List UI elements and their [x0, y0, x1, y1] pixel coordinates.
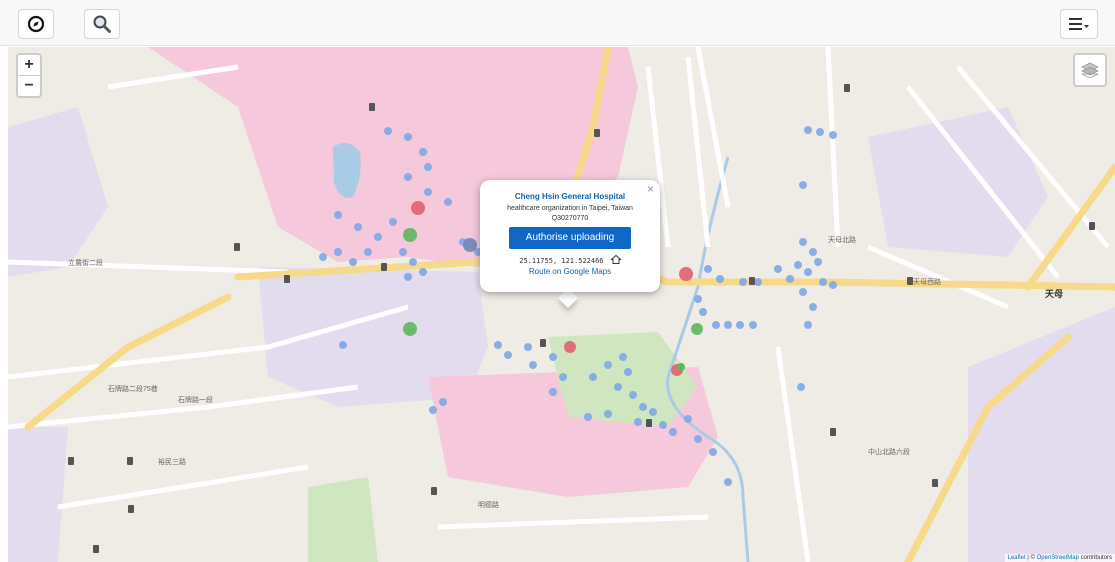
- place-popup: × Cheng Hsin General Hospital healthcare…: [480, 180, 660, 292]
- map-attribution: Leaflet | © OpenStreetMap contributors: [1004, 554, 1115, 562]
- zoom-out-button[interactable]: −: [18, 76, 40, 96]
- layers-button[interactable]: [1073, 53, 1107, 87]
- zone-southwest: [8, 427, 68, 562]
- zoom-in-button[interactable]: +: [18, 55, 40, 76]
- park-south: [308, 477, 378, 562]
- zoom-control: + −: [16, 53, 42, 98]
- menu-dropdown-button[interactable]: [1060, 9, 1098, 39]
- route-google-maps-link[interactable]: Route on Google Maps: [480, 267, 660, 276]
- attribution-separator: | ©: [1025, 555, 1037, 561]
- coordinates-text: 25.11755, 121.522466: [519, 257, 604, 265]
- street-label: 立農街二段: [68, 260, 103, 267]
- layers-icon: [1081, 62, 1099, 78]
- popup-coordinates: 25.11755, 121.522466: [480, 254, 660, 265]
- selected-hospital-marker[interactable]: [564, 341, 576, 353]
- marker-green: [403, 228, 417, 242]
- search-button[interactable]: [84, 9, 120, 39]
- compass-icon: [27, 15, 45, 33]
- street-label: 石牌路一段: [178, 397, 213, 404]
- map-canvas[interactable]: 立農街二段 石牌路二段75巷 石牌路一段 明德路 天母西路 天母北路 中山北路六…: [8, 47, 1115, 562]
- school-zone-east: [868, 107, 1048, 257]
- river: [666, 156, 750, 562]
- street-label: 天母西路: [913, 279, 941, 286]
- street-label: 中山北路六段: [868, 449, 910, 456]
- osm-link[interactable]: OpenStreetMap: [1037, 555, 1079, 561]
- street-label: 石牌路二段75巷: [108, 386, 158, 393]
- compass-button[interactable]: [18, 9, 54, 39]
- district-label: 天母: [1045, 289, 1064, 299]
- street-label: 天母北路: [828, 237, 856, 244]
- map-tiles: [8, 47, 1115, 562]
- authorise-uploading-button[interactable]: Authorise uploading: [509, 227, 631, 249]
- school-zone-southeast: [968, 307, 1115, 562]
- top-toolbar: [0, 0, 1115, 46]
- popup-subtitle: healthcare organization in Taipei, Taiwa…: [507, 205, 633, 212]
- hamburger-menu-icon: [1069, 18, 1089, 30]
- marker-red: [411, 201, 425, 215]
- street-label: 明德路: [478, 502, 499, 509]
- attribution-contributors: contributors: [1078, 555, 1112, 561]
- street-label: 裕民三路: [158, 459, 186, 466]
- popup-description: healthcare organization in Taipei, Taiwa…: [494, 204, 646, 224]
- search-icon: [93, 15, 111, 33]
- home-icon[interactable]: [609, 254, 622, 264]
- popup-close-button[interactable]: ×: [647, 182, 654, 196]
- popup-title[interactable]: Cheng Hsin General Hospital: [480, 192, 660, 201]
- school-zone-far-west: [8, 107, 108, 277]
- leaflet-link[interactable]: Leaflet: [1008, 555, 1026, 561]
- popup-qid: Q30270770: [551, 215, 589, 222]
